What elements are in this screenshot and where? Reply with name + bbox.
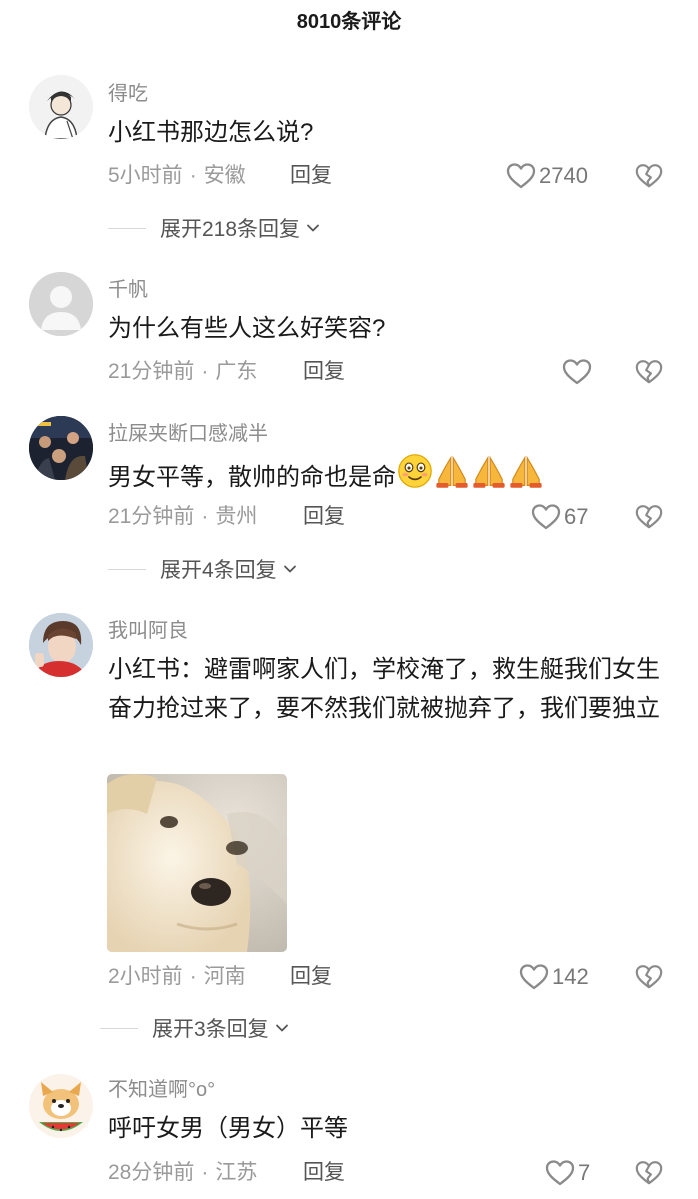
comment-time: 21分钟前 bbox=[108, 360, 195, 383]
like-button[interactable]: 2740 bbox=[505, 161, 588, 191]
broken-heart-icon[interactable] bbox=[634, 161, 664, 191]
comment-location: 江苏 bbox=[215, 1161, 258, 1184]
expand-replies-label: 展开4条回复 bbox=[160, 559, 277, 582]
expand-replies-label: 展开218条回复 bbox=[160, 218, 301, 241]
like-count: 67 bbox=[564, 504, 589, 529]
comment-meta: 21分钟前 · 广东 bbox=[108, 360, 258, 383]
comment-time: 21分钟前 bbox=[108, 505, 195, 528]
divider-line bbox=[108, 568, 146, 570]
like-count: 142 bbox=[552, 964, 589, 989]
expand-replies-button[interactable]: 展开3条回复 bbox=[100, 1014, 290, 1042]
heart-icon bbox=[518, 961, 550, 993]
broken-heart-icon[interactable] bbox=[634, 1158, 664, 1188]
folded-hands-emoji-icon bbox=[471, 453, 507, 489]
chevron-down-icon bbox=[282, 561, 298, 577]
comment-text: 男女平等，散帅的命也是命 bbox=[108, 453, 673, 497]
comment-time: 2小时前 bbox=[108, 965, 183, 988]
heart-icon bbox=[561, 356, 593, 388]
like-count: 7 bbox=[578, 1160, 591, 1185]
avatar[interactable] bbox=[29, 416, 93, 480]
heart-icon bbox=[505, 160, 537, 192]
avatar[interactable] bbox=[29, 272, 93, 336]
avatar[interactable] bbox=[29, 613, 93, 677]
comment-text-content: 男女平等，散帅的命也是命 bbox=[108, 464, 396, 491]
expand-replies-button[interactable]: 展开4条回复 bbox=[108, 555, 298, 583]
reply-button[interactable]: 回复 bbox=[303, 503, 345, 531]
like-button[interactable]: 142 bbox=[518, 962, 589, 992]
folded-hands-emoji-icon bbox=[434, 453, 470, 489]
avatar[interactable] bbox=[29, 1074, 93, 1138]
username[interactable]: 我叫阿良 bbox=[108, 618, 188, 644]
comment-time: 28分钟前 bbox=[108, 1161, 195, 1184]
comment-text: 小红书那边怎么说? bbox=[108, 119, 314, 146]
folded-hands-emoji-icon bbox=[508, 453, 544, 489]
comment-text: 为什么有些人这么好笑容? bbox=[108, 315, 386, 342]
expand-replies-button[interactable]: 展开218条回复 bbox=[108, 214, 321, 242]
like-button[interactable]: 7 bbox=[544, 1158, 590, 1188]
broken-heart-icon[interactable] bbox=[634, 357, 664, 387]
heart-icon bbox=[544, 1157, 576, 1189]
reply-button[interactable]: 回复 bbox=[303, 1159, 345, 1187]
comment-text: 呼吁女男（男女）平等 bbox=[108, 1115, 348, 1142]
username[interactable]: 拉屎夹断口感减半 bbox=[108, 421, 268, 447]
reply-button[interactable]: 回复 bbox=[290, 963, 332, 991]
comment-location: 广东 bbox=[215, 360, 258, 383]
comment-meta: 5小时前 · 安徽 bbox=[108, 164, 246, 187]
comment-image-dog[interactable] bbox=[107, 774, 287, 952]
heart-icon bbox=[530, 501, 562, 533]
avatar[interactable] bbox=[29, 75, 93, 139]
comment-text: 小红书：避雷啊家人们，学校淹了，救生艇我们女生奋力抢过来了，要不然我们就被抛弃了… bbox=[108, 656, 660, 722]
comment-count-title: 8010条评论 bbox=[296, 11, 402, 33]
reply-button[interactable]: 回复 bbox=[290, 162, 332, 190]
comment-location: 河南 bbox=[203, 965, 246, 988]
comment-location: 贵州 bbox=[215, 505, 258, 528]
username[interactable]: 千帆 bbox=[108, 277, 148, 303]
comment-time: 5小时前 bbox=[108, 164, 183, 187]
divider-line bbox=[108, 227, 146, 229]
divider-line bbox=[100, 1027, 138, 1029]
like-button[interactable] bbox=[561, 357, 593, 387]
comment-meta: 28分钟前 · 江苏 bbox=[108, 1161, 258, 1184]
broken-heart-icon[interactable] bbox=[634, 502, 664, 532]
expand-replies-label: 展开3条回复 bbox=[152, 1018, 269, 1041]
like-count: 2740 bbox=[539, 163, 588, 188]
chevron-down-icon bbox=[274, 1020, 290, 1036]
username[interactable]: 得吃 bbox=[108, 81, 148, 107]
reply-button[interactable]: 回复 bbox=[303, 358, 345, 386]
comment-meta: 2小时前 · 河南 bbox=[108, 965, 246, 988]
comment-location: 安徽 bbox=[203, 164, 246, 187]
broken-heart-icon[interactable] bbox=[634, 962, 664, 992]
smiling-face-emoji-icon bbox=[397, 453, 433, 489]
comment-meta: 21分钟前 · 贵州 bbox=[108, 505, 258, 528]
like-button[interactable]: 67 bbox=[530, 502, 588, 532]
chevron-down-icon bbox=[305, 220, 321, 236]
username[interactable]: 不知道啊°o° bbox=[108, 1077, 215, 1103]
